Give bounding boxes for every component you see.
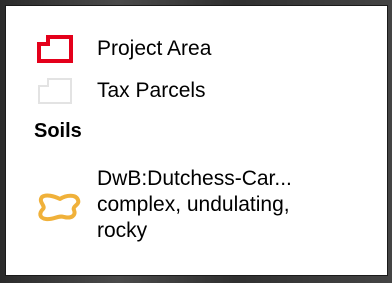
soil-label-line: DwB:Dutchess-Car...	[97, 167, 292, 190]
soil-label-line: rocky	[97, 219, 148, 242]
red-outline-polygon-icon	[37, 35, 73, 63]
gray-outline-polygon-icon	[38, 78, 72, 104]
orange-outline-blob-icon	[38, 193, 81, 222]
legend-section-soils: Soils	[34, 120, 82, 142]
legend-label-tax-parcels: Tax Parcels	[97, 79, 206, 102]
legend-label-soil-unit: DwB:Dutchess-Car... complex, undulating,…	[97, 166, 292, 244]
legend-label-project-area: Project Area	[97, 37, 212, 60]
soil-label-line: complex, undulating,	[97, 193, 290, 216]
map-legend: Project Area Tax Parcels Soils DwB:Dutch…	[5, 5, 388, 276]
